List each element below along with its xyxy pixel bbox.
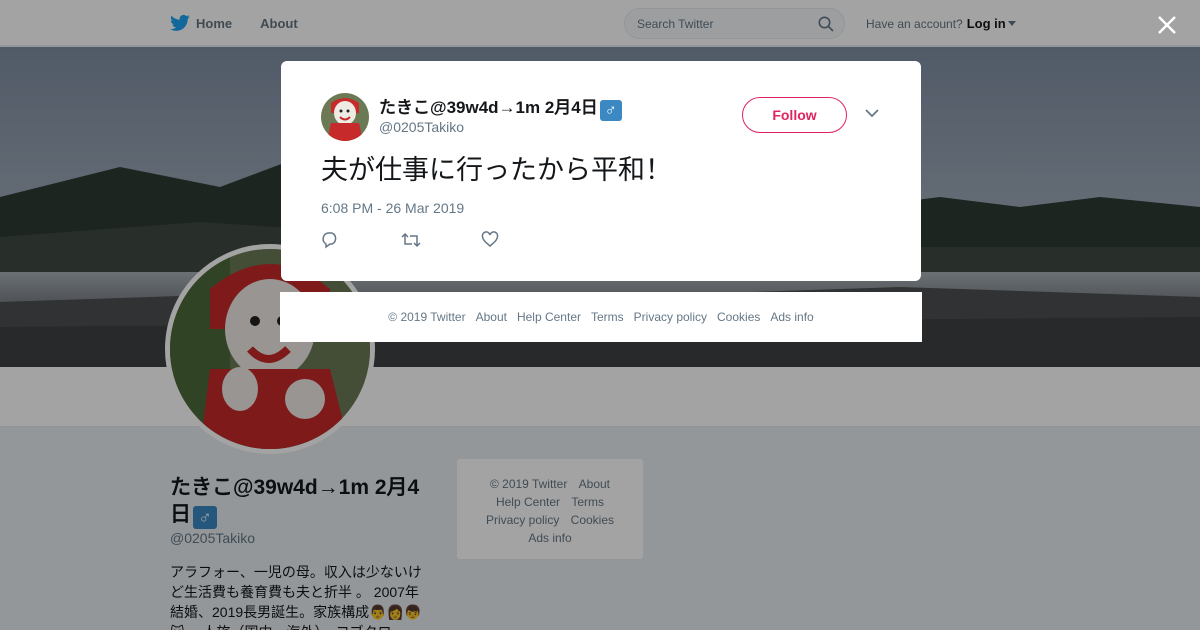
tweet-actions — [321, 231, 561, 253]
footer-help-center[interactable]: Help Center — [517, 310, 581, 324]
like-icon — [481, 231, 499, 247]
footer-privacy[interactable]: Privacy policy — [634, 310, 707, 324]
retweet-button[interactable] — [401, 231, 481, 253]
like-button[interactable] — [481, 231, 561, 253]
footer-ads-info[interactable]: Ads info — [770, 310, 813, 324]
retweet-icon — [401, 232, 421, 248]
chevron-down-icon[interactable] — [865, 108, 879, 118]
tweet-timestamp[interactable]: 6:08 PM - 26 Mar 2019 — [321, 200, 464, 216]
tweet-avatar-image — [321, 93, 369, 141]
male-sign-emoji: ♂ — [599, 100, 622, 121]
reply-icon — [322, 232, 337, 249]
tweet-author-name[interactable]: たきこ@39w4d→1m 2月4日 ♂ — [379, 93, 622, 121]
tweet-author-name-text: たきこ@39w4d→1m 2月4日 — [379, 98, 598, 117]
reply-button[interactable] — [321, 231, 401, 253]
footer-copyright: © 2019 Twitter — [388, 310, 466, 324]
modal-footer: © 2019 Twitter About Help Center Terms P… — [280, 292, 922, 342]
close-icon[interactable] — [1156, 14, 1178, 36]
tweet-card: たきこ@39w4d→1m 2月4日 ♂ @0205Takiko Follow 夫が… — [281, 61, 921, 281]
footer-about[interactable]: About — [476, 310, 507, 324]
tweet-author-handle[interactable]: @0205Takiko — [379, 119, 464, 135]
follow-button[interactable]: Follow — [742, 97, 847, 133]
tweet-author-avatar[interactable] — [321, 93, 369, 141]
footer-cookies[interactable]: Cookies — [717, 310, 760, 324]
footer-terms[interactable]: Terms — [591, 310, 624, 324]
tweet-text: 夫が仕事に行ったから平和！ — [321, 155, 672, 185]
